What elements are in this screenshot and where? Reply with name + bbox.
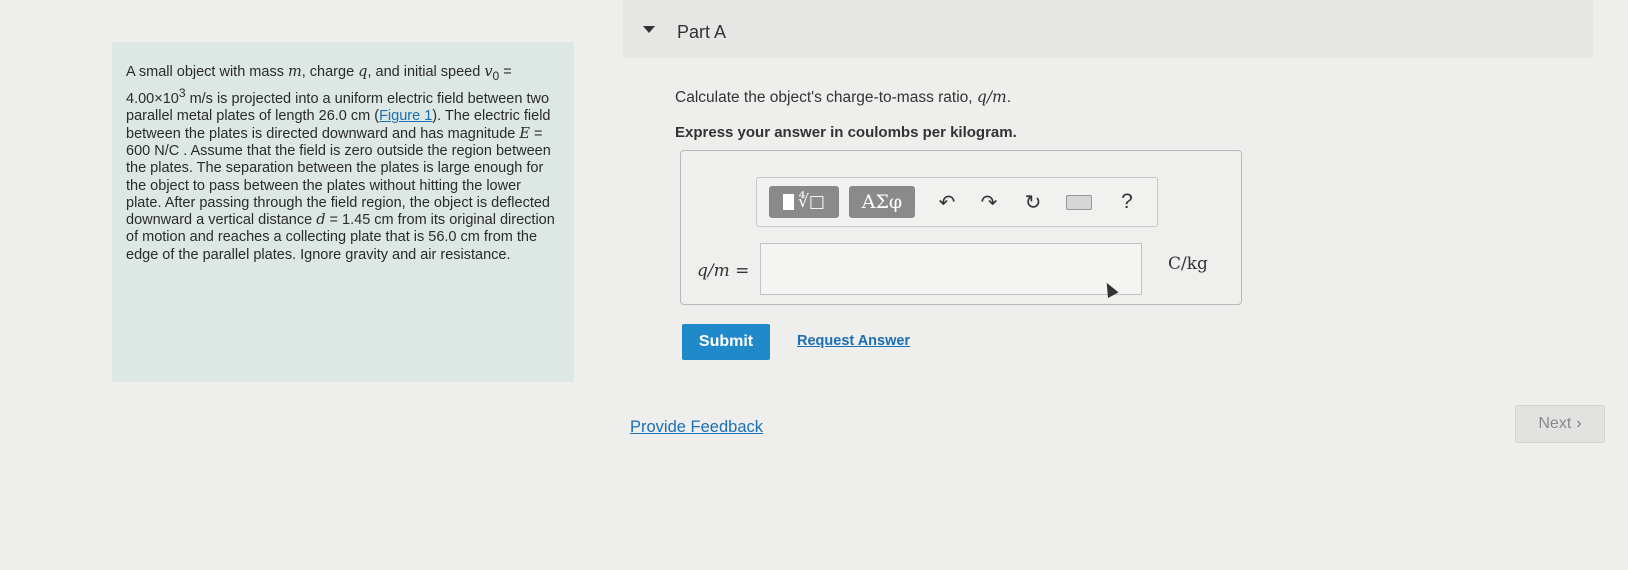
redo-icon[interactable]: ↷ — [975, 188, 1003, 216]
answer-input[interactable] — [760, 243, 1142, 295]
templates-button[interactable]: ∜□ — [769, 186, 839, 218]
problem-text-segment: , and initial speed — [367, 64, 485, 80]
symbols-button[interactable]: ΑΣφ — [849, 186, 915, 218]
keyboard-icon[interactable] — [1065, 188, 1093, 216]
collapse-caret-icon[interactable] — [643, 26, 655, 33]
root-icon: ∜□ — [798, 192, 825, 212]
problem-text-segment: A small object with mass — [126, 64, 288, 80]
problem-statement-panel: A small object with mass m, charge q, an… — [112, 42, 574, 382]
exponent: 3 — [178, 86, 186, 101]
keyboard-shape — [1066, 194, 1092, 210]
undo-icon[interactable]: ↶ — [933, 188, 961, 216]
submit-button[interactable]: Submit — [682, 324, 770, 360]
var-speed: v — [484, 64, 493, 80]
figure-link[interactable]: Figure 1 — [379, 108, 432, 124]
next-label: Next — [1538, 415, 1572, 432]
answer-box: ∜□ ΑΣφ ↶ ↷ ↻ ? q/m = C/kg — [680, 150, 1242, 305]
var-distance: d — [316, 212, 326, 229]
template-square-icon — [783, 194, 795, 210]
request-answer-link[interactable]: Request Answer — [797, 333, 910, 349]
answer-instruction: Express your answer in coulombs per kilo… — [675, 124, 1017, 141]
chevron-right-icon: › — [1576, 415, 1582, 432]
next-button[interactable]: Next › — [1515, 405, 1605, 443]
part-a-header[interactable]: Part A — [623, 0, 1593, 58]
math-toolbar: ∜□ ΑΣφ ↶ ↷ ↻ ? — [756, 177, 1158, 227]
var-field: E — [519, 125, 530, 142]
var-mass: m — [287, 64, 302, 80]
problem-text-segment: , charge — [301, 64, 359, 80]
help-icon[interactable]: ? — [1113, 188, 1141, 216]
question-text-segment: . — [1006, 89, 1012, 106]
question-text: Calculate the object's charge-to-mass ra… — [675, 88, 1011, 107]
question-ratio: q/m — [976, 88, 1007, 106]
provide-feedback-link[interactable]: Provide Feedback — [630, 418, 763, 437]
unit-label: C/kg — [1168, 254, 1208, 274]
part-title: Part A — [677, 22, 727, 42]
answer-label: q/m = — [697, 261, 750, 281]
question-text-segment: Calculate the object's charge-to-mass ra… — [675, 89, 977, 106]
reset-icon[interactable]: ↻ — [1019, 188, 1047, 216]
problem-text: A small object with mass m, charge q, an… — [126, 64, 560, 264]
